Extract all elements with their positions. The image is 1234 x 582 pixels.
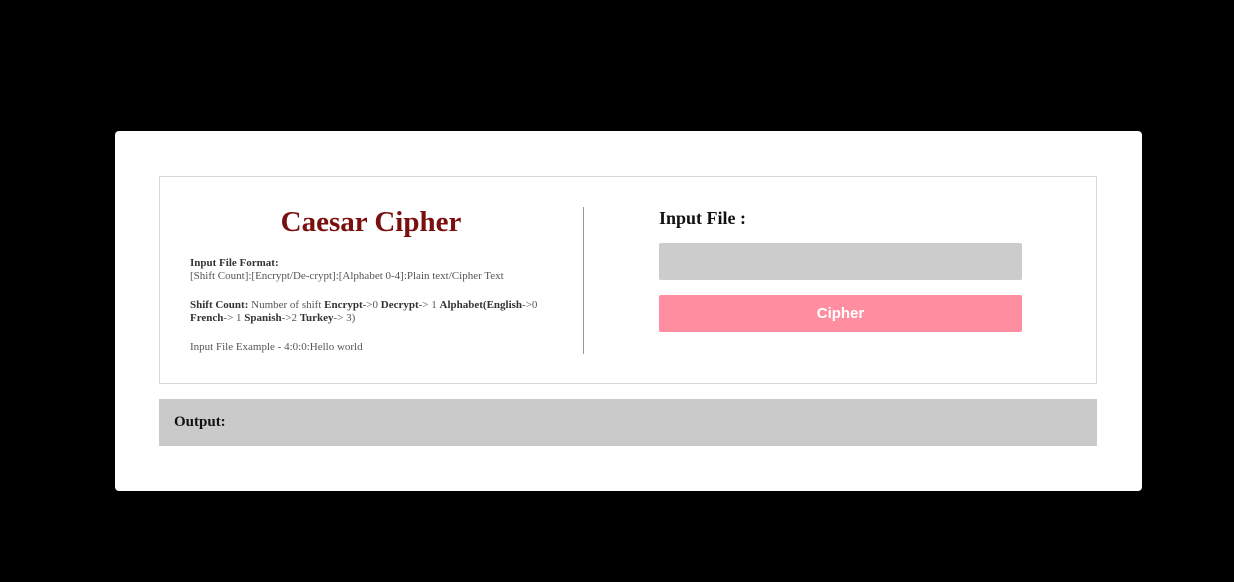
main-card: Caesar Cipher Input File Format: [Shift … <box>115 131 1142 491</box>
info-column: Caesar Cipher Input File Format: [Shift … <box>190 177 552 383</box>
encrypt-value: ->0 <box>362 299 381 311</box>
encrypt-label: Encrypt <box>324 299 363 311</box>
turkey-value: -> 3) <box>333 312 356 324</box>
alphabet-label: Alphabet(English <box>439 299 523 311</box>
input-example-info: Input File Example - 4:0:0:Hello world <box>190 341 363 353</box>
format-heading: Input File Format: <box>190 257 279 269</box>
decrypt-label: Decrypt <box>380 299 419 311</box>
shift-count-info: Shift Count: Number of shift Encrypt->0 … <box>190 299 560 325</box>
format-text: [Shift Count]:[Encrypt/De-crypt]:[Alphab… <box>190 270 504 282</box>
spanish-value: ->2 <box>281 312 300 324</box>
form-column: Input File : Cipher <box>659 177 1039 383</box>
column-divider <box>583 207 584 354</box>
cipher-button[interactable]: Cipher <box>659 295 1022 332</box>
shift-heading: Shift Count: <box>190 299 249 311</box>
input-format-info: Input File Format: [Shift Count]:[Encryp… <box>190 257 560 283</box>
cipher-panel: Caesar Cipher Input File Format: [Shift … <box>159 176 1097 384</box>
decrypt-value: -> 1 <box>418 299 440 311</box>
output-label: Output: <box>174 414 226 430</box>
french-label: French <box>190 312 224 324</box>
spanish-label: Spanish <box>244 312 282 324</box>
input-file-label: Input File : <box>659 208 747 228</box>
alphabet-value: ->0 <box>522 299 538 311</box>
french-value: -> 1 <box>223 312 245 324</box>
file-input[interactable] <box>659 243 1022 280</box>
page-title: Caesar Cipher <box>280 206 462 238</box>
output-bar: Output: <box>159 399 1097 446</box>
turkey-label: Turkey <box>299 312 334 324</box>
shift-text: Number of shift <box>248 299 325 311</box>
